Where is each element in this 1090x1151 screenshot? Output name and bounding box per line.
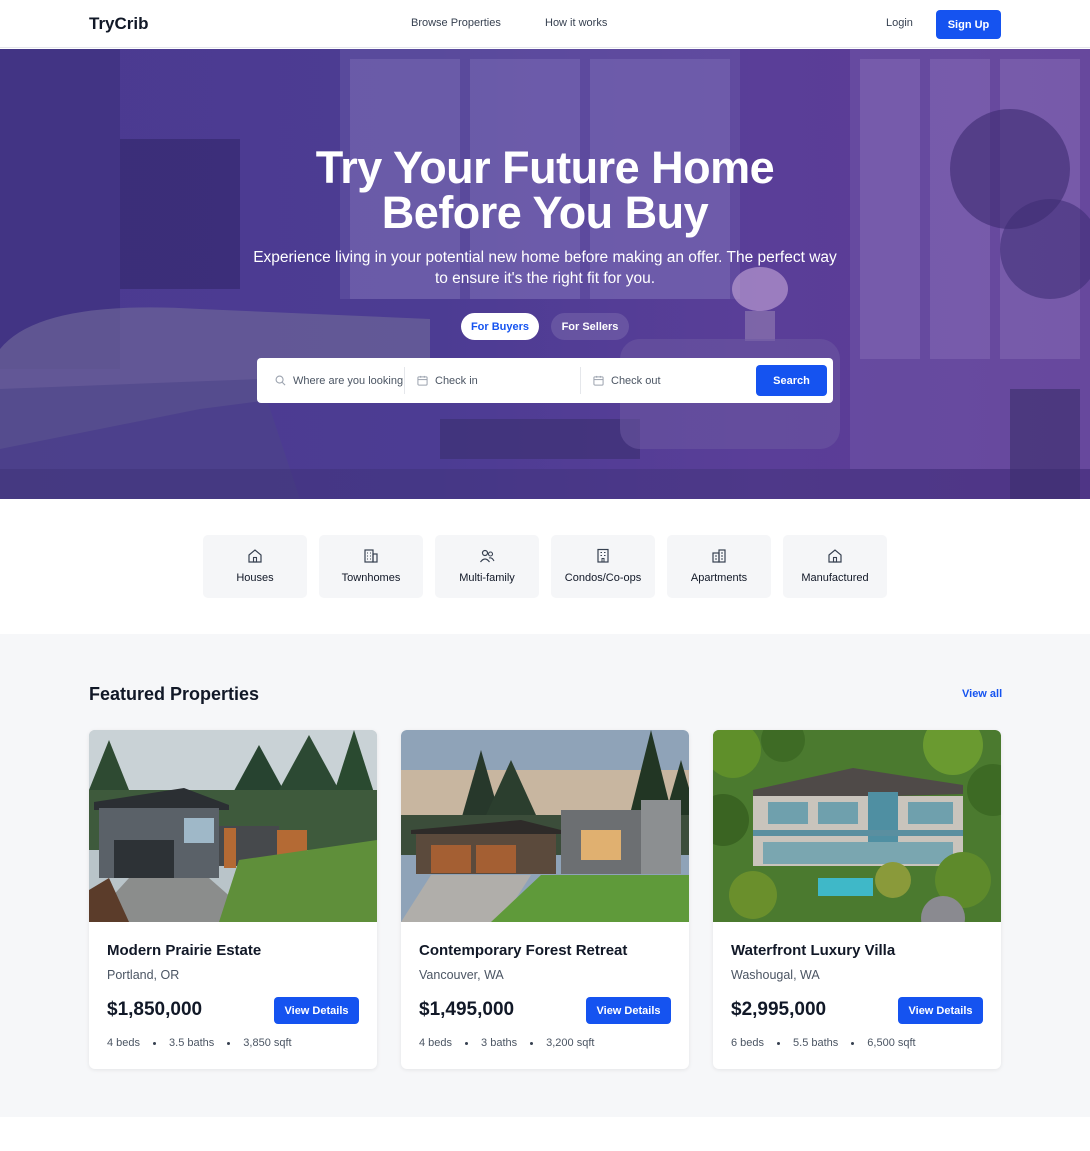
category-manufactured[interactable]: Manufactured: [783, 535, 887, 598]
property-sqft: 3,850 sqft: [243, 1037, 292, 1049]
property-beds: 4 beds: [419, 1037, 453, 1049]
check-in-placeholder: Check in: [435, 374, 478, 387]
brand-logo[interactable]: TryCrib: [89, 14, 149, 34]
calendar-icon: [417, 375, 428, 386]
property-price: $1,850,000: [107, 999, 203, 1020]
category-label: Condos/Co-ops: [564, 572, 642, 584]
search-icon: [275, 375, 286, 386]
category-apartments[interactable]: Apartments: [667, 535, 771, 598]
property-location: Vancouver, WA: [419, 968, 504, 982]
manufactured-home-icon: [828, 549, 842, 563]
separator-dot: [530, 1041, 534, 1045]
check-in-input[interactable]: Check in: [417, 366, 577, 395]
property-specs: 4 beds 3.5 baths 3,850 sqft: [107, 1037, 292, 1049]
tab-for-sellers[interactable]: For Sellers: [551, 313, 629, 340]
separator-dot: [153, 1041, 157, 1045]
category-townhomes[interactable]: Townhomes: [319, 535, 423, 598]
view-details-button[interactable]: View Details: [898, 997, 983, 1024]
property-image[interactable]: [401, 730, 689, 922]
search-button[interactable]: Search: [756, 365, 827, 396]
login-link[interactable]: Login: [886, 17, 913, 29]
property-beds: 6 beds: [731, 1037, 765, 1049]
category-condos-co-ops[interactable]: Condos/Co-ops: [551, 535, 655, 598]
view-details-button[interactable]: View Details: [586, 997, 671, 1024]
property-specs: 6 beds 5.5 baths 6,500 sqft: [731, 1037, 916, 1049]
nav-browse-properties[interactable]: Browse Properties: [411, 17, 501, 29]
calendar-icon: [593, 375, 604, 386]
property-baths: 3 baths: [481, 1037, 518, 1049]
separator-dot: [227, 1041, 231, 1045]
property-price: $2,995,000: [731, 999, 827, 1020]
property-name[interactable]: Modern Prairie Estate: [107, 942, 261, 959]
nav-how-it-works[interactable]: How it works: [545, 17, 607, 29]
hero-section: Try Your Future Home Before You Buy Expe…: [0, 49, 1090, 499]
property-specs: 4 beds 3 baths 3,200 sqft: [419, 1037, 594, 1049]
property-baths: 3.5 baths: [169, 1037, 215, 1049]
property-location: Portland, OR: [107, 968, 180, 982]
featured-properties-section: Featured Properties View all Modern Prai…: [0, 634, 1090, 1117]
category-label: Apartments: [690, 572, 748, 584]
check-out-placeholder: Check out: [611, 374, 661, 387]
category-label: Manufactured: [801, 572, 869, 584]
check-out-input[interactable]: Check out: [593, 366, 753, 395]
location-search-input[interactable]: Where are you looking?: [275, 366, 403, 395]
multi-family-icon: [480, 549, 495, 563]
property-card[interactable]: Waterfront Luxury Villa Washougal, WA $2…: [713, 730, 1001, 1069]
condo-icon: [597, 548, 609, 563]
category-label: Houses: [236, 572, 274, 584]
separator-dot: [851, 1041, 855, 1045]
apartment-icon: [712, 549, 726, 563]
property-baths: 5.5 baths: [793, 1037, 839, 1049]
search-divider: [580, 367, 581, 394]
property-sqft: 6,500 sqft: [867, 1037, 916, 1049]
property-beds: 4 beds: [107, 1037, 141, 1049]
view-all-link[interactable]: View all: [962, 688, 1002, 700]
category-label: Multi-family: [459, 572, 515, 584]
view-details-button[interactable]: View Details: [274, 997, 359, 1024]
category-multi-family[interactable]: Multi-family: [435, 535, 539, 598]
separator-dot: [777, 1041, 781, 1045]
property-name[interactable]: Waterfront Luxury Villa: [731, 942, 895, 959]
location-placeholder: Where are you looking?: [293, 374, 403, 387]
property-sqft: 3,200 sqft: [546, 1037, 595, 1049]
tab-for-buyers[interactable]: For Buyers: [461, 313, 539, 340]
townhome-icon: [364, 549, 378, 563]
top-navbar: TryCrib Browse Properties How it works L…: [0, 0, 1090, 48]
section-title: Featured Properties: [89, 684, 260, 704]
search-divider: [404, 367, 405, 394]
separator-dot: [465, 1041, 469, 1045]
property-location: Washougal, WA: [731, 968, 820, 982]
property-image[interactable]: [713, 730, 1001, 922]
hero-title-line-1: Try Your Future Home: [315, 142, 775, 193]
house-icon: [248, 549, 262, 563]
hero-title-line-2: Before You Buy: [381, 187, 709, 238]
property-name[interactable]: Contemporary Forest Retreat: [419, 942, 627, 959]
property-card[interactable]: Contemporary Forest Retreat Vancouver, W…: [401, 730, 689, 1069]
property-price: $1,495,000: [419, 999, 515, 1020]
category-houses[interactable]: Houses: [203, 535, 307, 598]
hero-subtitle: Experience living in your potential new …: [253, 249, 837, 287]
search-bar: Where are you looking? Check in Check ou…: [257, 358, 833, 403]
category-label: Townhomes: [341, 572, 401, 584]
property-card[interactable]: Modern Prairie Estate Portland, OR $1,85…: [89, 730, 377, 1069]
hero-title: Try Your Future Home Before You Buy: [0, 145, 1090, 235]
sign-up-button[interactable]: Sign Up: [936, 10, 1001, 39]
property-image[interactable]: [89, 730, 377, 922]
